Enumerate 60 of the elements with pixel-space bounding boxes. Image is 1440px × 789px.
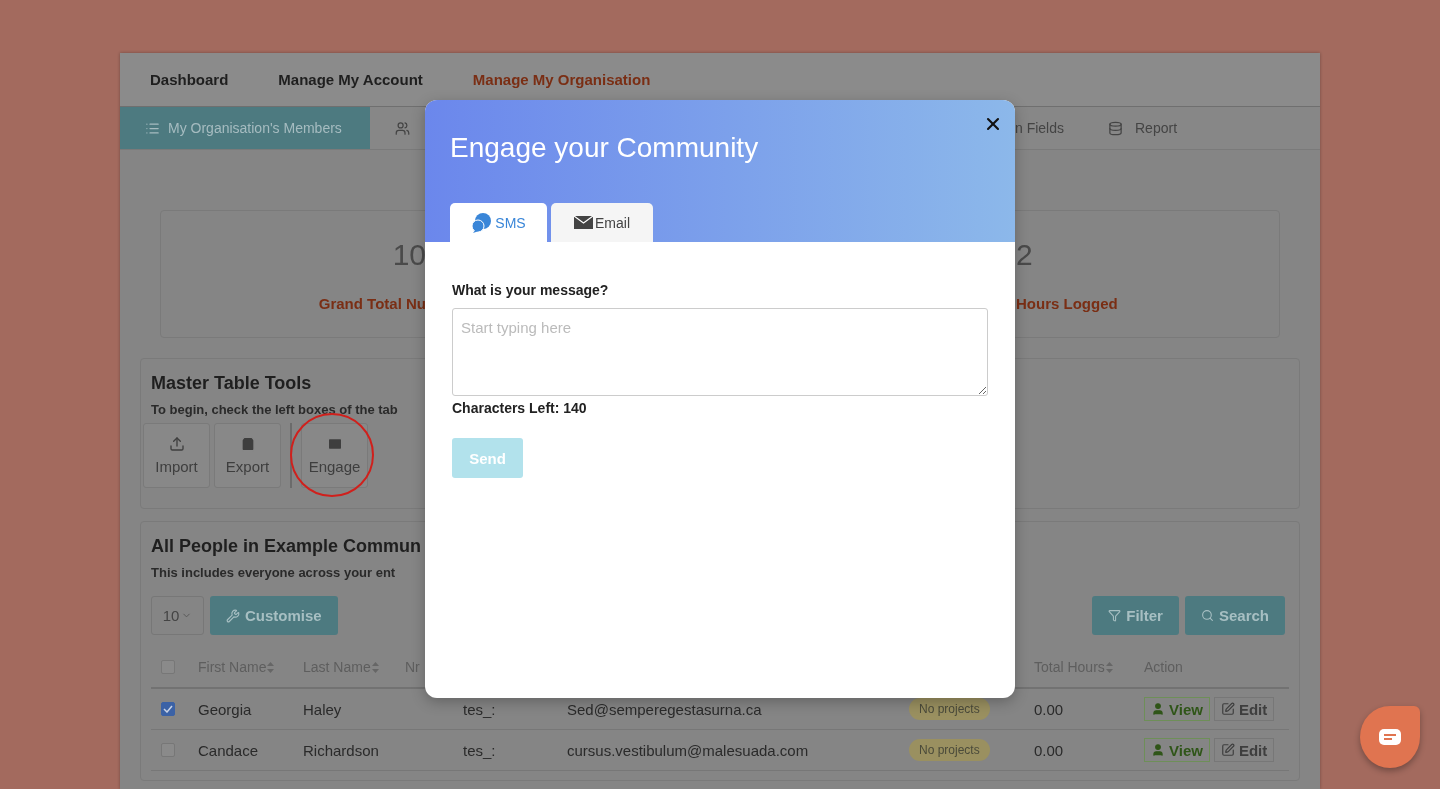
row-checkbox[interactable] [161, 702, 175, 716]
filter-icon [1108, 609, 1122, 622]
database-icon [1108, 120, 1123, 136]
stat-label: Hours Logged [1016, 295, 1118, 312]
filter-button[interactable]: Filter [1092, 596, 1179, 635]
edit-button[interactable]: Edit [1213, 697, 1275, 721]
table-cell: 0.00 [1034, 689, 1144, 730]
projects-badge: No projects [909, 739, 990, 761]
sub-nav-tab[interactable]: My Organisation's Members [120, 107, 370, 149]
nav-link[interactable]: Manage My Account [278, 71, 423, 88]
edit-icon [1220, 702, 1235, 716]
table-cell: Haley [303, 689, 405, 730]
panel-title: Master Table Tools [151, 373, 312, 394]
user-icon [1151, 743, 1165, 757]
customise-button[interactable]: Customise [210, 596, 338, 635]
panel-subtitle: This includes everyone across your ent [151, 565, 396, 580]
chat-bubble-icon [471, 212, 494, 233]
view-button[interactable]: View [1144, 697, 1210, 721]
nav-link[interactable]: Dashboard [150, 71, 229, 88]
chat-launcher[interactable] [1360, 706, 1420, 768]
chat-icon [1378, 728, 1402, 746]
wrench-icon [226, 608, 240, 623]
tool-button[interactable]: Engage [301, 423, 368, 488]
panel-title: All People in Example Commun [151, 536, 422, 557]
message-label: What is your message? [452, 282, 610, 298]
table-cell: 0.00 [1034, 730, 1144, 771]
sort-icon [371, 661, 379, 673]
dialog-tab[interactable]: Email [551, 203, 653, 242]
table-cell: Georgia [198, 689, 303, 730]
sort-icon [1105, 661, 1113, 673]
sub-nav-tab[interactable]: Report [1108, 107, 1320, 149]
page-size-select[interactable]: 10 [151, 596, 204, 635]
search-icon [1200, 609, 1214, 622]
table-cell: Richardson [303, 730, 405, 771]
tool-button[interactable]: Export [214, 423, 281, 488]
user-icon [1151, 702, 1165, 716]
envelope-icon [574, 216, 593, 229]
stat-label: Grand Total Nu [318, 295, 426, 312]
panel-hint: To begin, check the left boxes of the tab [151, 402, 398, 417]
characters-left: Characters Left: 140 [452, 400, 588, 416]
dialog-title: Engage your Community [450, 132, 760, 164]
stat-value: 10 [392, 237, 426, 273]
edit-button[interactable]: Edit [1213, 738, 1275, 762]
dialog-tab[interactable]: SMS [450, 203, 547, 242]
table-cell: tes_: [463, 730, 567, 771]
table-cell: cursus.vestibulum@malesuada.com [567, 730, 909, 771]
nav-link[interactable]: Manage My Organisation [472, 71, 651, 88]
search-button[interactable]: Search [1184, 596, 1285, 635]
sort-icon [267, 661, 275, 673]
users-icon [395, 120, 410, 136]
upload-icon [168, 436, 185, 452]
message-field[interactable]: Start typing here [452, 308, 988, 396]
list-icon [145, 120, 160, 136]
sub-nav-tab[interactable]: n Fields [1015, 107, 1108, 149]
table-cell: Candace [198, 730, 303, 771]
tool-button[interactable]: Import [143, 423, 210, 488]
projects-badge: No projects [909, 698, 990, 720]
edit-icon [1220, 743, 1235, 757]
stat-value: 2 [1016, 237, 1033, 273]
view-button[interactable]: View [1144, 738, 1210, 762]
